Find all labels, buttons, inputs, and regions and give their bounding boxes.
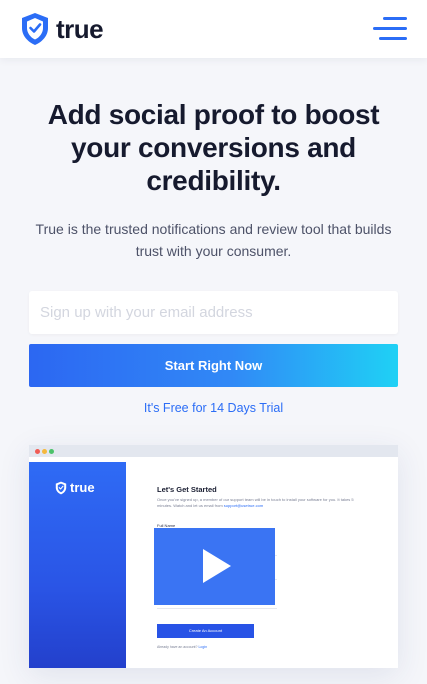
window-maximize-dot <box>49 449 54 454</box>
preview-footer-text: Already have an account? <box>157 645 199 649</box>
window-close-dot <box>35 449 40 454</box>
preview-support-link: support@usetrue.com <box>223 502 264 508</box>
hamburger-menu-icon[interactable] <box>373 17 407 41</box>
hero-subtext: True is the trusted notifications and re… <box>35 221 392 259</box>
start-right-now-button[interactable]: Start Right Now <box>29 344 398 387</box>
brand-name: true <box>56 13 104 44</box>
window-minimize-dot <box>42 449 47 454</box>
preview-field-line <box>157 608 277 609</box>
preview-footer: Already have an account? Login <box>157 645 207 649</box>
preview-sidebar: true <box>29 462 126 668</box>
shield-check-icon <box>55 481 67 494</box>
site-header: true <box>0 0 427 58</box>
play-icon[interactable] <box>203 549 231 583</box>
app-preview-screenshot: true Let's Get Started Once you've signe… <box>29 445 398 668</box>
email-input[interactable] <box>29 291 398 334</box>
trial-note: It's Free for 14 Days Trial <box>143 401 284 415</box>
preview-brand-name: true <box>70 480 95 495</box>
hero-headline: Add social proof to boost your conversio… <box>47 99 380 196</box>
browser-bar <box>29 445 398 457</box>
brand-logo[interactable]: true <box>20 12 104 46</box>
preview-title: Let's Get Started <box>157 485 217 494</box>
preview-create-account-button: Create An Account <box>157 624 254 638</box>
video-player[interactable] <box>154 528 275 605</box>
preview-login-link: Login <box>198 645 208 649</box>
shield-check-icon <box>22 13 48 45</box>
preview-brand-logo: true <box>55 480 95 495</box>
preview-description: Once you've signed up, a member of our s… <box>157 497 357 508</box>
